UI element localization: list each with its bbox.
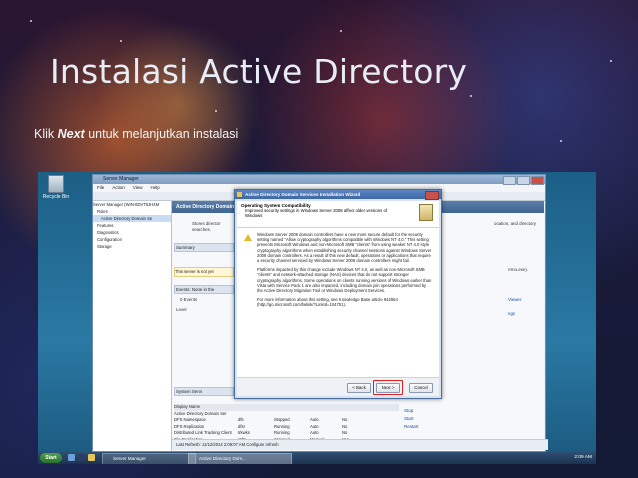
tree-item-server-manager[interactable]: Server Manager (WIN-8DVT5JH4M bbox=[93, 201, 171, 208]
recycle-bin[interactable]: Recycle Bin bbox=[40, 175, 72, 200]
tree-item-features[interactable]: Features bbox=[93, 222, 171, 229]
menu-help[interactable]: Help bbox=[150, 184, 159, 192]
close-button[interactable] bbox=[531, 176, 544, 185]
subtitle-suffix: untuk melanjutkan instalasi bbox=[84, 127, 239, 141]
next-button[interactable]: Next > bbox=[376, 383, 400, 393]
stop-link[interactable]: Stop bbox=[404, 407, 419, 415]
star-decoration bbox=[560, 140, 562, 142]
wizard-body: Operating System Compatibility Improved … bbox=[237, 201, 439, 396]
restart-link[interactable]: Restart bbox=[404, 423, 419, 431]
server-manager-titlebar: Server Manager bbox=[93, 175, 545, 184]
role-description-2: searches. bbox=[192, 227, 212, 232]
compat-paragraph-1: Windows Server 2008 domain controllers h… bbox=[257, 232, 432, 264]
wizard-content: Windows Server 2008 domain controllers h… bbox=[237, 228, 439, 308]
warning-icon bbox=[244, 234, 252, 241]
status-bar: Last Refresh: 11/12/2014 2:09:07 AM Conf… bbox=[172, 439, 548, 450]
tree-item-roles[interactable]: Roles bbox=[93, 208, 171, 215]
tree-item-configuration[interactable]: Configuration bbox=[93, 236, 171, 243]
installation-wizard-dialog: Active Directory Domain Services Install… bbox=[234, 189, 442, 399]
wizard-titlebar: Active Directory Domain Services Install… bbox=[235, 190, 441, 200]
menu-file[interactable]: File bbox=[97, 184, 104, 192]
powershell-quicklaunch-icon[interactable] bbox=[78, 454, 85, 461]
wizard-close-button[interactable] bbox=[425, 191, 439, 200]
events-filter[interactable]: 0 Events bbox=[180, 297, 197, 302]
system-services-section[interactable]: System Servi bbox=[174, 387, 234, 396]
role-description-1: Stores director bbox=[192, 221, 221, 226]
book-icon bbox=[419, 204, 433, 221]
summary-section[interactable]: Summary bbox=[174, 243, 234, 252]
recycle-bin-icon bbox=[48, 175, 64, 193]
wizard-heading-sub: Improved security settings in Windows Se… bbox=[245, 208, 388, 218]
right-text-2: rrmo.exe). bbox=[508, 267, 529, 272]
server-manager-quicklaunch-icon[interactable] bbox=[68, 454, 75, 461]
warning-strip: This server is not yet bbox=[174, 267, 234, 277]
recycle-bin-label: Recycle Bin bbox=[42, 194, 70, 200]
compat-paragraph-3: For more information about this setting,… bbox=[257, 297, 398, 308]
slide-subtitle: Klik Next untuk melanjutkan instalasi bbox=[34, 127, 238, 141]
star-decoration bbox=[610, 60, 612, 62]
taskbar-item-server-manager[interactable]: Server Manager bbox=[102, 453, 196, 464]
star-decoration bbox=[30, 20, 32, 22]
star-decoration bbox=[470, 95, 472, 97]
wizard-title: Active Directory Domain Services Install… bbox=[245, 192, 361, 197]
explorer-quicklaunch-icon[interactable] bbox=[88, 454, 95, 461]
compat-paragraph-2: Platforms impacted by this change includ… bbox=[257, 267, 432, 294]
window-controls bbox=[503, 176, 544, 185]
right-text-1: ocation, and directory bbox=[494, 221, 536, 226]
subtitle-prefix: Klik bbox=[34, 127, 58, 141]
slide-title: Instalasi Active Directory bbox=[50, 52, 468, 91]
screenshot-frame: Recycle Bin Server Manager File Action V… bbox=[38, 172, 596, 464]
back-button[interactable]: < Back bbox=[347, 383, 371, 393]
cancel-button[interactable]: Cancel bbox=[409, 383, 433, 393]
tree-item-diagnostics[interactable]: Diagnostics bbox=[93, 229, 171, 236]
tree-item-ad-ds[interactable]: Active Directory Domain Se bbox=[93, 215, 171, 222]
desktop: Recycle Bin Server Manager File Action V… bbox=[38, 172, 596, 452]
taskbar-clock: 2:09 AM bbox=[574, 455, 592, 460]
start-button[interactable]: Start bbox=[40, 453, 62, 463]
taskbar: Start Server Manager Active Directory Do… bbox=[38, 452, 596, 464]
event-viewer-link[interactable]: Viewer bbox=[508, 297, 521, 302]
menu-action[interactable]: Action bbox=[112, 184, 125, 192]
wizard-footer: < Back Next > Cancel bbox=[237, 377, 439, 396]
right-text-4[interactable]: ngs bbox=[508, 311, 515, 316]
start-link[interactable]: Start bbox=[404, 415, 419, 423]
wizard-header: Operating System Compatibility Improved … bbox=[237, 201, 439, 228]
minimize-button[interactable] bbox=[503, 176, 516, 185]
events-column-level: Level bbox=[176, 307, 187, 312]
taskbar-item-ad-wizard[interactable]: Active Directory Dom... bbox=[188, 453, 292, 464]
star-decoration bbox=[215, 110, 217, 112]
menu-view[interactable]: View bbox=[133, 184, 143, 192]
tree-item-storage[interactable]: Storage bbox=[93, 243, 171, 250]
navigation-tree: Server Manager (WIN-8DVT5JH4M Roles Acti… bbox=[93, 201, 172, 451]
subtitle-bold: Next bbox=[57, 127, 85, 141]
events-section[interactable]: Events: None in the bbox=[174, 285, 234, 294]
maximize-button[interactable] bbox=[517, 176, 530, 185]
star-decoration bbox=[120, 40, 122, 42]
service-actions: Stop Start Restart bbox=[404, 407, 419, 431]
wizard-app-icon bbox=[237, 192, 242, 197]
star-decoration bbox=[340, 30, 342, 32]
